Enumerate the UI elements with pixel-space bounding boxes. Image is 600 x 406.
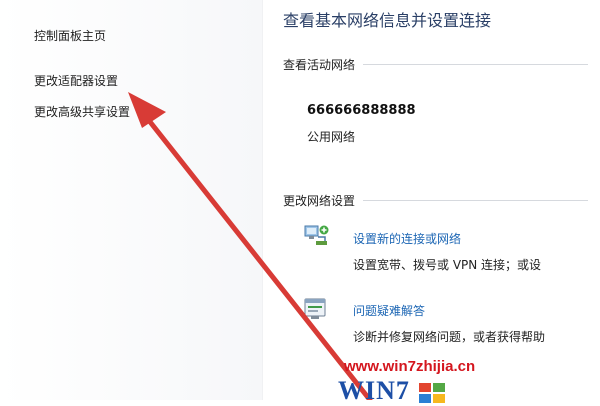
- sidebar-item-control-panel-home[interactable]: 控制面板主页: [34, 27, 106, 44]
- sidebar-item-change-adapter-settings[interactable]: 更改适配器设置: [34, 72, 118, 89]
- change-settings-heading: 更改网络设置: [283, 194, 356, 208]
- setup-new-connection-link[interactable]: 设置新的连接或网络: [353, 230, 461, 247]
- network-connection-icon[interactable]: [303, 223, 329, 247]
- network-type-link[interactable]: 公用网络: [307, 128, 355, 145]
- troubleshoot-description: 诊断并修复网络问题，或者获得帮助: [353, 330, 546, 344]
- section-divider: [363, 200, 589, 201]
- watermark-logo: WIN7: [338, 376, 449, 406]
- page-title: 查看基本网络信息并设置连接: [283, 11, 492, 30]
- watermark-logo-text: WIN7: [338, 376, 410, 405]
- change-settings-header: 更改网络设置: [283, 192, 589, 209]
- troubleshoot-link[interactable]: 问题疑难解答: [353, 302, 425, 319]
- main-content: 查看基本网络信息并设置连接 查看活动网络 666666888888 公用网络 更…: [262, 0, 600, 400]
- sidebar-item-advanced-sharing-settings[interactable]: 更改高级共享设置: [34, 103, 130, 120]
- setup-new-connection-description: 设置宽带、拨号或 VPN 连接；或设: [353, 258, 542, 272]
- active-networks-heading: 查看活动网络: [283, 58, 356, 72]
- active-networks-header: 查看活动网络: [283, 56, 589, 73]
- troubleshoot-icon[interactable]: [303, 297, 329, 321]
- section-divider: [363, 64, 589, 65]
- windows-logo-icon: [419, 383, 446, 404]
- network-name: 666666888888: [307, 103, 416, 118]
- sidebar: 控制面板主页 更改适配器设置 更改高级共享设置: [0, 0, 263, 400]
- watermark-url: www.win7zhijia.cn: [344, 358, 476, 375]
